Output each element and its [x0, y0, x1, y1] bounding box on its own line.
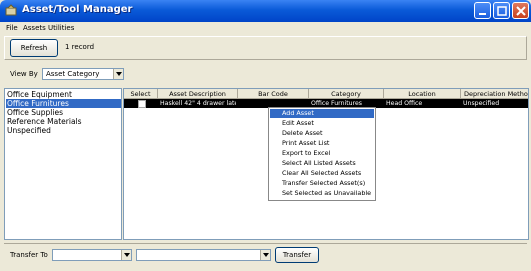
transfer-select-2[interactable]: [136, 249, 271, 261]
ctx-select-all[interactable]: Select All Listed Assets: [270, 159, 374, 168]
column-header[interactable]: Depreciation Method: [461, 89, 528, 99]
row-select-checkbox[interactable]: [138, 100, 146, 108]
cell-depreciation: Unspecified: [463, 100, 500, 107]
cell-description: Haskell 42" 4 drawer late: [160, 100, 236, 107]
close-button[interactable]: [512, 2, 529, 19]
category-item[interactable]: Unspecified: [6, 126, 121, 135]
context-menu: Add Asset Edit Asset Delete Asset Print …: [268, 107, 376, 201]
title-bar: Asset/Tool Manager: [0, 0, 531, 22]
menu-utilities[interactable]: Utilities: [48, 24, 74, 32]
column-header[interactable]: Asset Description: [158, 89, 238, 99]
minimize-button[interactable]: [474, 2, 491, 19]
maximize-icon: [497, 6, 507, 16]
chevron-down-icon: [124, 253, 130, 257]
window-title: Asset/Tool Manager: [22, 4, 133, 15]
ctx-add-asset[interactable]: Add Asset: [270, 109, 374, 118]
column-header[interactable]: Select: [124, 89, 158, 99]
dropdown-arrow[interactable]: [113, 69, 123, 79]
chevron-down-icon: [116, 72, 122, 76]
column-header[interactable]: Bar Code: [238, 89, 309, 99]
grid-header: Select Asset Description Bar Code Catego…: [124, 89, 528, 99]
transfer-button[interactable]: Transfer: [275, 247, 319, 263]
app-icon: [5, 4, 17, 16]
column-header[interactable]: Category: [309, 89, 384, 99]
ctx-edit-asset[interactable]: Edit Asset: [270, 119, 374, 128]
ctx-print-asset-list[interactable]: Print Asset List: [270, 139, 374, 148]
menu-bar: File Assets Utilities: [0, 22, 531, 35]
category-item[interactable]: Reference Materials: [6, 117, 121, 126]
menu-file[interactable]: File: [6, 24, 18, 32]
ctx-set-unavailable[interactable]: Set Selected as Unavailable: [270, 189, 374, 198]
maximize-button[interactable]: [493, 2, 510, 19]
view-by-value: Asset Category: [46, 70, 100, 78]
record-count: 1 record: [65, 43, 95, 51]
dropdown-arrow[interactable]: [121, 250, 131, 260]
chevron-down-icon: [263, 253, 269, 257]
minimize-icon: [479, 13, 486, 15]
category-item-selected[interactable]: Office Furnitures: [6, 99, 121, 108]
close-icon: [516, 6, 526, 16]
transfer-to-label: Transfer To: [10, 251, 48, 259]
menu-assets[interactable]: Assets: [23, 24, 46, 32]
category-item[interactable]: Office Supplies: [6, 108, 121, 117]
cell-location: Head Office: [386, 100, 423, 107]
category-item[interactable]: Office Equipment: [6, 90, 121, 99]
category-list[interactable]: Office Equipment Office Furnitures Offic…: [4, 88, 122, 240]
ctx-export-excel[interactable]: Export to Excel: [270, 149, 374, 158]
view-by-select[interactable]: Asset Category: [42, 68, 124, 80]
ctx-clear-all[interactable]: Clear All Selected Assets: [270, 169, 374, 178]
ctx-delete-asset[interactable]: Delete Asset: [270, 129, 374, 138]
refresh-button[interactable]: Refresh: [10, 39, 58, 57]
view-by-label: View By: [10, 70, 38, 78]
transfer-select-1[interactable]: [52, 249, 132, 261]
column-header[interactable]: Location: [384, 89, 461, 99]
ctx-transfer-selected[interactable]: Transfer Selected Asset(s): [270, 179, 374, 188]
dropdown-arrow[interactable]: [260, 250, 270, 260]
